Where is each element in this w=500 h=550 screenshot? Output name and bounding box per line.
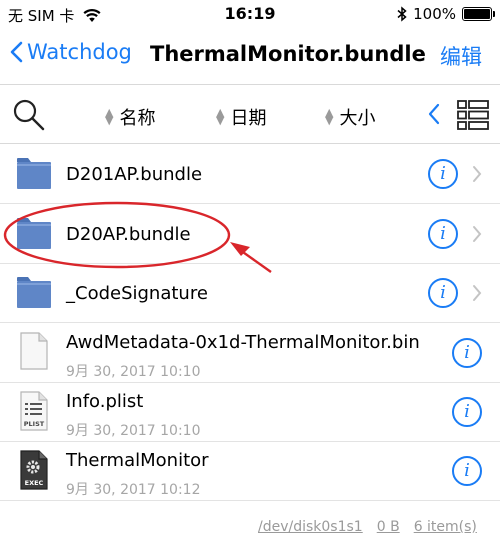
- search-icon[interactable]: [12, 98, 46, 132]
- sort-size-label: 大小: [339, 108, 376, 129]
- back-label: Watchdog: [27, 40, 132, 64]
- file-name: ThermalMonitor: [66, 450, 209, 471]
- folder-icon: [17, 277, 51, 308]
- sort-arrows-icon: ▲ ▼: [216, 106, 225, 127]
- document-icon: [20, 332, 48, 370]
- status-bar: 无 SIM 卡 16:19 100%: [0, 0, 500, 30]
- battery-percent: 100%: [413, 5, 456, 23]
- file-date: 9月 30, 2017 10:12: [66, 482, 201, 498]
- sort-by-date-button[interactable]: ▲ ▼ 日期: [216, 104, 266, 130]
- edit-button[interactable]: 编辑: [440, 41, 482, 71]
- file-name: _CodeSignature: [66, 283, 208, 304]
- list-view-icon[interactable]: [457, 100, 489, 130]
- info-button[interactable]: i: [428, 278, 458, 308]
- file-name: Info.plist: [66, 391, 144, 412]
- sort-arrows-icon: ▲ ▼: [105, 106, 114, 127]
- battery-fill: [464, 9, 490, 19]
- file-name: AwdMetadata-0x1d-ThermalMonitor.bin: [66, 332, 420, 353]
- sort-by-size-button[interactable]: ▲ ▼ 大小: [325, 104, 375, 130]
- bluetooth-icon: [397, 6, 407, 22]
- list-item[interactable]: AwdMetadata-0x1d-ThermalMonitor.bin 9月 3…: [0, 324, 500, 383]
- info-button[interactable]: i: [452, 338, 482, 368]
- battery-icon: [462, 7, 495, 21]
- file-name: D20AP.bundle: [66, 224, 191, 245]
- sort-date-label: 日期: [230, 108, 267, 129]
- executable-icon: EXEC: [20, 450, 48, 490]
- chevron-left-icon[interactable]: [428, 103, 440, 125]
- chevron-right-icon[interactable]: [472, 284, 482, 302]
- exec-icon-label: EXEC: [25, 479, 44, 487]
- storage-footer: /dev/disk0s1s1 0 B 6 item(s): [258, 519, 477, 535]
- chevron-left-icon: [10, 41, 23, 63]
- info-button[interactable]: i: [428, 159, 458, 189]
- file-date: 9月 30, 2017 10:10: [66, 423, 201, 439]
- folder-icon: [17, 158, 51, 189]
- info-button[interactable]: i: [452, 456, 482, 486]
- footer-count-link[interactable]: 6 item(s): [414, 519, 477, 535]
- info-button[interactable]: i: [428, 219, 458, 249]
- list-item[interactable]: _CodeSignature i: [0, 264, 500, 323]
- footer-path-link[interactable]: /dev/disk0s1s1: [258, 519, 363, 535]
- page-title: ThermalMonitor.bundle: [150, 42, 426, 66]
- chevron-right-icon[interactable]: [472, 165, 482, 183]
- navigation-bar: Watchdog ThermalMonitor.bundle 编辑: [0, 30, 500, 85]
- sort-name-label: 名称: [119, 108, 156, 129]
- sort-arrows-icon: ▲ ▼: [325, 106, 334, 127]
- file-name: D201AP.bundle: [66, 164, 203, 185]
- plist-icon-label: PLIST: [24, 420, 45, 428]
- file-date: 9月 30, 2017 10:10: [66, 364, 201, 380]
- sort-by-name-button[interactable]: ▲ ▼ 名称: [105, 104, 155, 130]
- status-right: 100%: [397, 5, 495, 23]
- list-item[interactable]: PLIST Info.plist 9月 30, 2017 10:10 i: [0, 383, 500, 442]
- footer-size-link[interactable]: 0 B: [377, 519, 400, 535]
- list-item[interactable]: D201AP.bundle i: [0, 145, 500, 204]
- list-item[interactable]: D20AP.bundle i: [0, 205, 500, 264]
- back-button[interactable]: Watchdog: [10, 40, 132, 64]
- sort-toolbar: ▲ ▼ 名称 ▲ ▼ 日期 ▲ ▼ 大小: [0, 86, 500, 144]
- info-button[interactable]: i: [452, 397, 482, 427]
- folder-icon: [17, 218, 51, 249]
- chevron-right-icon[interactable]: [472, 225, 482, 243]
- list-item[interactable]: EXEC ThermalMonitor 9月 30, 2017 10:12 i: [0, 442, 500, 501]
- plist-file-icon: PLIST: [20, 391, 48, 431]
